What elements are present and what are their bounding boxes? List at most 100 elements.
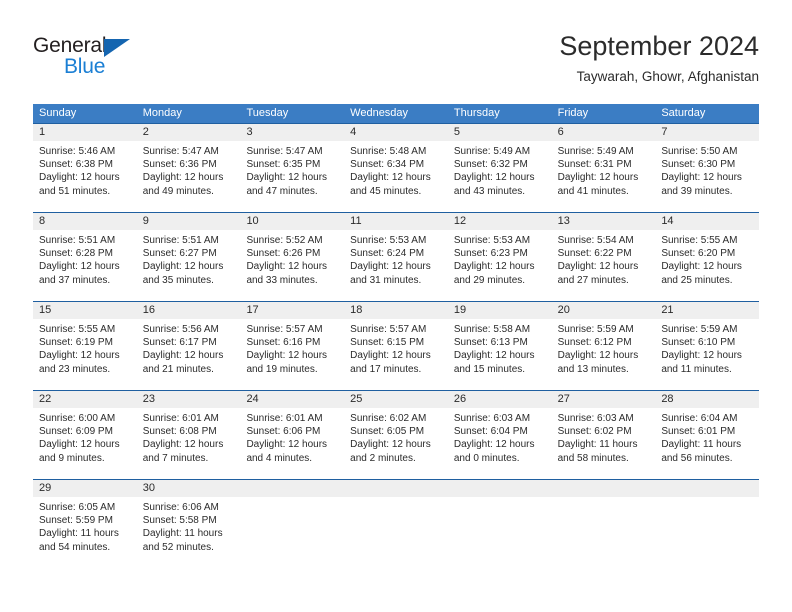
sunrise-text: Sunrise: 5:55 AM (39, 324, 116, 335)
day-info: Sunrise: 5:52 AM Sunset: 6:26 PM Dayligh… (240, 230, 344, 287)
day-number: 17 (240, 302, 345, 319)
title-block: September 2024 Taywarah, Ghowr, Afghanis… (559, 30, 759, 86)
day-info: Sunrise: 6:01 AM Sunset: 6:08 PM Dayligh… (137, 408, 241, 465)
day-cell[interactable]: 17 Sunrise: 5:57 AM Sunset: 6:16 PM Dayl… (240, 302, 345, 390)
daylight-text-line1: Daylight: 11 hours (661, 439, 742, 451)
day-info: Sunrise: 5:46 AM Sunset: 6:38 PM Dayligh… (33, 141, 137, 198)
day-info: Sunrise: 6:06 AM Sunset: 5:58 PM Dayligh… (137, 497, 241, 554)
daylight-text-line1: Daylight: 12 hours (246, 439, 328, 451)
daylight-text-line2: and 21 minutes. (142, 363, 214, 375)
day-cell[interactable]: 19 Sunrise: 5:58 AM Sunset: 6:13 PM Dayl… (447, 302, 552, 390)
day-cell[interactable]: 6 Sunrise: 5:49 AM Sunset: 6:31 PM Dayli… (551, 124, 656, 212)
day-info: Sunrise: 6:04 AM Sunset: 6:01 PM Dayligh… (655, 408, 759, 465)
daylight-text-line2: and 27 minutes. (557, 274, 629, 286)
sunset-text: Sunset: 6:06 PM (246, 426, 321, 438)
day-info: Sunrise: 6:00 AM Sunset: 6:09 PM Dayligh… (33, 408, 137, 465)
daylight-text-line1: Daylight: 12 hours (39, 172, 120, 184)
day-info: Sunrise: 5:47 AM Sunset: 6:36 PM Dayligh… (137, 141, 241, 198)
day-number: 21 (655, 302, 760, 319)
sunrise-text: Sunrise: 5:53 AM (350, 235, 427, 246)
day-cell[interactable]: 12 Sunrise: 5:53 AM Sunset: 6:23 PM Dayl… (447, 213, 552, 301)
day-number: 28 (655, 391, 760, 408)
sunset-text: Sunset: 6:01 PM (661, 426, 736, 438)
day-cell[interactable]: 21 Sunrise: 5:59 AM Sunset: 6:10 PM Dayl… (655, 302, 760, 390)
day-cell[interactable]: 15 Sunrise: 5:55 AM Sunset: 6:19 PM Dayl… (33, 302, 137, 390)
day-cell[interactable]: 8 Sunrise: 5:51 AM Sunset: 6:28 PM Dayli… (33, 213, 137, 301)
daylight-text-line2: and 33 minutes. (246, 274, 318, 286)
sunrise-text: Sunrise: 5:51 AM (39, 235, 116, 246)
day-cell[interactable]: 1 Sunrise: 5:46 AM Sunset: 6:38 PM Dayli… (33, 124, 137, 212)
day-cell[interactable]: 26 Sunrise: 6:03 AM Sunset: 6:04 PM Dayl… (447, 391, 552, 479)
day-info: Sunrise: 5:53 AM Sunset: 6:24 PM Dayligh… (344, 230, 448, 287)
sunset-text: Sunset: 6:36 PM (142, 159, 217, 171)
weekday-header-tuesday: Tuesday (246, 107, 289, 119)
weekday-header-saturday: Saturday (661, 107, 706, 119)
day-cell[interactable]: 30 Sunrise: 6:06 AM Sunset: 5:58 PM Dayl… (136, 480, 241, 568)
daylight-text-line1: Daylight: 12 hours (661, 261, 742, 273)
sunrise-text: Sunrise: 5:55 AM (661, 235, 738, 246)
sunrise-text: Sunrise: 5:59 AM (557, 324, 634, 335)
weekday-header-monday: Monday (142, 107, 182, 119)
day-number (447, 480, 552, 497)
sunset-text: Sunset: 6:05 PM (350, 426, 425, 438)
day-info: Sunrise: 5:59 AM Sunset: 6:12 PM Dayligh… (552, 319, 656, 376)
daylight-text-line1: Daylight: 12 hours (350, 350, 431, 362)
sunrise-text: Sunrise: 5:59 AM (661, 324, 738, 335)
sunrise-text: Sunrise: 6:04 AM (661, 413, 738, 424)
sunset-text: Sunset: 6:35 PM (246, 159, 321, 171)
day-cell[interactable]: 2 Sunrise: 5:47 AM Sunset: 6:36 PM Dayli… (136, 124, 241, 212)
sunset-text: Sunset: 6:30 PM (661, 159, 736, 171)
day-cell[interactable]: 25 Sunrise: 6:02 AM Sunset: 6:05 PM Dayl… (344, 391, 448, 479)
day-cell[interactable]: 11 Sunrise: 5:53 AM Sunset: 6:24 PM Dayl… (344, 213, 448, 301)
sunrise-text: Sunrise: 5:49 AM (453, 146, 531, 157)
weekday-header-wednesday: Wednesday (350, 107, 409, 119)
day-cell[interactable]: 16 Sunrise: 5:56 AM Sunset: 6:17 PM Dayl… (136, 302, 241, 390)
day-number: 10 (240, 213, 345, 230)
day-cell[interactable]: 4 Sunrise: 5:48 AM Sunset: 6:34 PM Dayli… (344, 124, 448, 212)
day-cell[interactable]: 10 Sunrise: 5:52 AM Sunset: 6:26 PM Dayl… (240, 213, 345, 301)
calendar-grid: Sunday Monday Tuesday Wednesday Thursday… (33, 104, 760, 568)
day-number: 25 (344, 391, 448, 408)
day-number: 24 (240, 391, 345, 408)
day-info: Sunrise: 6:03 AM Sunset: 6:04 PM Dayligh… (448, 408, 552, 465)
day-cell[interactable]: 14 Sunrise: 5:55 AM Sunset: 6:20 PM Dayl… (655, 213, 760, 301)
day-cell[interactable]: 18 Sunrise: 5:57 AM Sunset: 6:15 PM Dayl… (344, 302, 448, 390)
daylight-text-line1: Daylight: 12 hours (142, 350, 224, 362)
day-cell[interactable]: 9 Sunrise: 5:51 AM Sunset: 6:27 PM Dayli… (136, 213, 241, 301)
page-title: September 2024 (559, 31, 759, 61)
day-cell[interactable]: 28 Sunrise: 6:04 AM Sunset: 6:01 PM Dayl… (655, 391, 760, 479)
daylight-text-line1: Daylight: 12 hours (557, 350, 639, 362)
day-cell[interactable]: 3 Sunrise: 5:47 AM Sunset: 6:35 PM Dayli… (240, 124, 345, 212)
day-cell[interactable]: 13 Sunrise: 5:54 AM Sunset: 6:22 PM Dayl… (551, 213, 656, 301)
day-cell-empty (655, 480, 760, 568)
day-number: 18 (344, 302, 448, 319)
daylight-text-line2: and 47 minutes. (246, 185, 318, 197)
calendar-page: General Blue September 2024 Taywarah, Gh… (0, 0, 792, 612)
day-cell[interactable]: 5 Sunrise: 5:49 AM Sunset: 6:32 PM Dayli… (447, 124, 552, 212)
daylight-text-line2: and 29 minutes. (453, 274, 526, 286)
daylight-text-line2: and 9 minutes. (39, 452, 105, 464)
daylight-text-line1: Daylight: 11 hours (142, 528, 223, 540)
day-cell[interactable]: 29 Sunrise: 6:05 AM Sunset: 5:59 PM Dayl… (33, 480, 137, 568)
sunrise-text: Sunrise: 5:47 AM (246, 146, 323, 157)
day-cell[interactable]: 20 Sunrise: 5:59 AM Sunset: 6:12 PM Dayl… (551, 302, 656, 390)
daylight-text-line2: and 4 minutes. (246, 452, 313, 464)
day-number: 30 (136, 480, 241, 497)
day-cell[interactable]: 24 Sunrise: 6:01 AM Sunset: 6:06 PM Dayl… (240, 391, 345, 479)
day-cell[interactable]: 7 Sunrise: 5:50 AM Sunset: 6:30 PM Dayli… (655, 124, 760, 212)
day-number: 29 (33, 480, 137, 497)
brand-logo[interactable]: General Blue (33, 34, 183, 82)
day-cell[interactable]: 27 Sunrise: 6:03 AM Sunset: 6:02 PM Dayl… (551, 391, 656, 479)
daylight-text-line1: Daylight: 12 hours (39, 439, 120, 451)
day-cell[interactable]: 22 Sunrise: 6:00 AM Sunset: 6:09 PM Dayl… (33, 391, 137, 479)
sunset-text: Sunset: 6:38 PM (39, 159, 113, 171)
daylight-text-line2: and 17 minutes. (350, 363, 422, 375)
sunrise-text: Sunrise: 5:49 AM (557, 146, 634, 157)
daylight-text-line1: Daylight: 11 hours (39, 528, 119, 540)
daylight-text-line2: and 31 minutes. (350, 274, 422, 286)
day-number: 27 (551, 391, 656, 408)
day-number: 26 (447, 391, 552, 408)
day-info: Sunrise: 5:59 AM Sunset: 6:10 PM Dayligh… (655, 319, 759, 376)
day-cell-empty (240, 480, 345, 568)
day-cell[interactable]: 23 Sunrise: 6:01 AM Sunset: 6:08 PM Dayl… (136, 391, 241, 479)
